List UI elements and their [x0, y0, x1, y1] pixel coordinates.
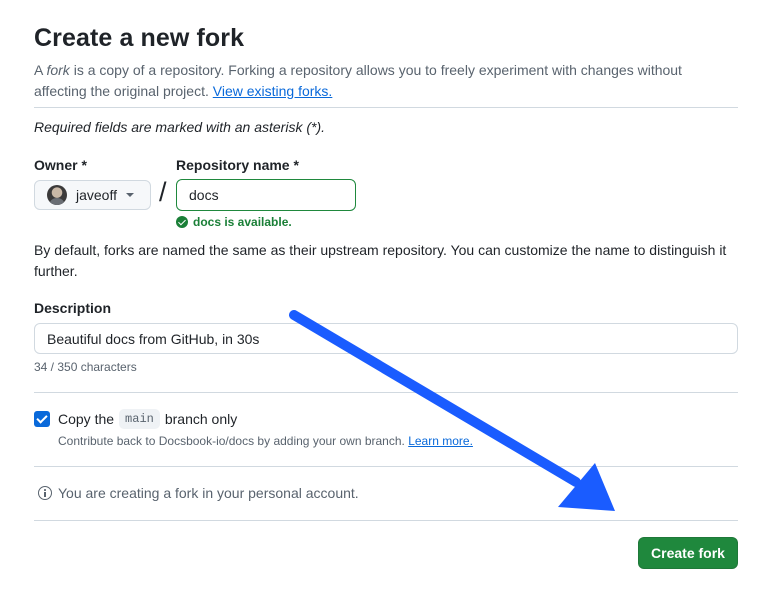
personal-account-info: You are creating a fork in your personal… [38, 485, 359, 501]
intro-text: A fork is a copy of a repository. Forkin… [34, 60, 738, 102]
copy-label-after: branch only [164, 411, 238, 427]
triangle-down-icon [126, 193, 134, 197]
availability-message: docs is available. [176, 215, 292, 229]
owner-label: Owner * [34, 157, 87, 173]
divider [34, 520, 738, 521]
naming-help-text: By default, forks are named the same as … [34, 242, 727, 279]
avatar [47, 185, 67, 205]
copy-branch-help: Contribute back to Docsbook-io/docs by a… [58, 434, 473, 448]
intro-fork-word: fork [46, 62, 70, 78]
character-count: 34 / 350 characters [34, 360, 137, 374]
copy-main-branch-checkbox[interactable] [34, 411, 50, 427]
owner-dropdown-button[interactable]: javeoff [34, 180, 151, 210]
page-title: Create a new fork [34, 24, 245, 52]
required-fields-note: Required fields are marked with an aster… [34, 119, 326, 135]
description-input[interactable] [34, 323, 738, 354]
create-fork-button[interactable]: Create fork [638, 537, 738, 569]
info-icon [38, 486, 52, 500]
intro-prefix: A [34, 62, 47, 78]
copy-branch-help-text: Contribute back to Docsbook-io/docs by a… [58, 434, 409, 448]
copy-label-before: Copy the [58, 411, 115, 427]
intro-body: is a copy of a repository. Forking a rep… [34, 62, 682, 99]
learn-more-link[interactable]: Learn more. [408, 434, 473, 448]
divider [34, 466, 738, 467]
check-circle-icon [176, 216, 188, 228]
info-text: You are creating a fork in your personal… [58, 485, 359, 501]
availability-text: docs is available. [193, 215, 292, 229]
repository-name-label: Repository name * [176, 157, 299, 173]
owner-repo-separator: / [159, 177, 167, 207]
arrow-head [558, 463, 615, 511]
branch-name-code: main [119, 409, 160, 429]
divider [34, 107, 738, 108]
description-label: Description [34, 300, 112, 316]
owner-name: javeoff [76, 187, 117, 203]
view-existing-forks-link[interactable]: View existing forks. [213, 83, 333, 99]
divider [34, 392, 738, 393]
copy-branch-label[interactable]: Copy the main branch only [58, 409, 237, 429]
repository-name-input[interactable] [176, 179, 356, 211]
